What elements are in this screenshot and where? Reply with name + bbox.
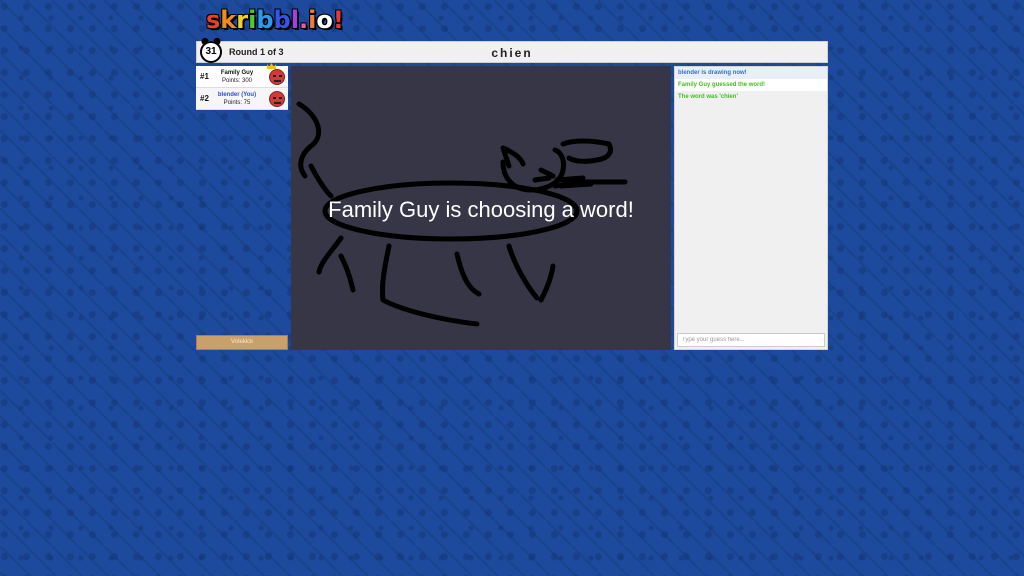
logo-letter: . xyxy=(298,6,309,34)
player-name: blender (You) xyxy=(217,92,257,98)
skribbl-logo: skribbl.io! xyxy=(206,6,344,34)
game-header: 31 Round 1 of 3 chien xyxy=(196,41,828,63)
player-rank: #1 xyxy=(200,72,209,81)
player-row[interactable]: #1 Family Guy Points: 300 xyxy=(196,63,288,88)
logo-letter: b xyxy=(273,6,291,34)
choosing-word-overlay: Family Guy is choosing a word! xyxy=(328,197,634,222)
drawing-stroke xyxy=(560,138,613,164)
chat-message: blender is drawing now! xyxy=(675,67,827,79)
logo-letter: o xyxy=(316,6,333,34)
chat-message: Family Guy guessed the word! xyxy=(675,79,827,91)
logo-letter: k xyxy=(220,6,237,34)
drawing-stroke xyxy=(338,253,356,293)
crown-icon xyxy=(267,63,276,69)
guess-input[interactable] xyxy=(677,333,825,347)
player-points: Points: 300 xyxy=(221,78,253,84)
drawing-stroke xyxy=(380,243,480,327)
logo-letter: s xyxy=(206,6,221,34)
avatar xyxy=(269,69,285,85)
logo-letter: ! xyxy=(332,6,344,34)
drawing-stroke xyxy=(538,263,556,303)
drawing-stroke xyxy=(500,145,526,169)
logo-letter: r xyxy=(236,6,249,34)
logo-letter: i xyxy=(248,6,257,34)
drawing-stroke xyxy=(454,251,482,297)
avatar xyxy=(269,91,285,107)
chat-message: The word was 'chien' xyxy=(675,91,827,103)
player-rank: #2 xyxy=(200,94,209,103)
logo-letter: i xyxy=(308,6,317,34)
player-points: Points: 75 xyxy=(223,100,251,106)
player-list: #1 Family Guy Points: 300 #2 blender (Yo… xyxy=(196,63,288,110)
player-name: Family Guy xyxy=(220,70,254,76)
logo-letter: l xyxy=(290,6,299,34)
drawing-stroke xyxy=(506,243,540,301)
player-row[interactable]: #2 blender (You) Points: 75 xyxy=(196,88,288,110)
chat-panel: blender is drawing now! Family Guy guess… xyxy=(674,66,828,350)
drawing-stroke xyxy=(308,163,334,199)
drawing-canvas[interactable]: Family Guy is choosing a word! xyxy=(291,66,671,350)
drawing-stroke xyxy=(316,235,344,275)
logo-letter: b xyxy=(256,6,274,34)
current-word: chien xyxy=(491,46,533,60)
votekick-button[interactable]: Votekick xyxy=(196,335,288,350)
